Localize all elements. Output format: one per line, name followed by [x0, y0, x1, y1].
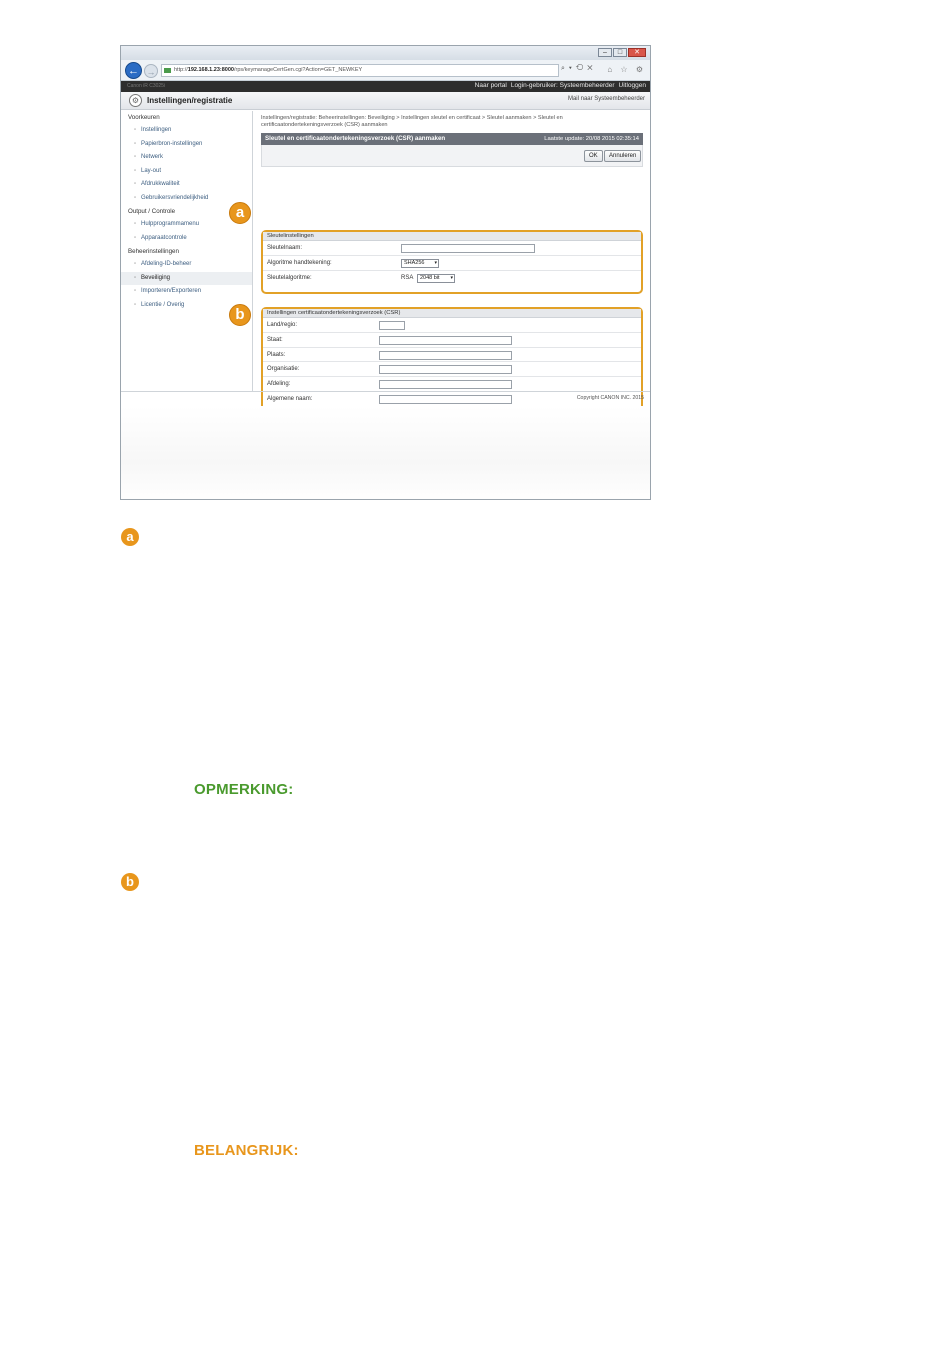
department-row: Afdeling: — [263, 377, 641, 392]
sidebar: Voorkeuren Instellingen Papierbron-inste… — [121, 111, 253, 391]
state-row: Staat: — [263, 333, 641, 348]
key-name-row: Sleutelnaam: — [263, 241, 641, 256]
login-user-text: Login-gebruiker: Systeembeheerder — [510, 82, 615, 89]
cancel-button[interactable]: Annuleren — [604, 150, 642, 162]
sidebar-group-preferences: Voorkeuren — [128, 114, 160, 121]
state-input[interactable] — [379, 335, 512, 345]
top-nav-links: Naar portal Login-gebruiker: Systeembehee… — [471, 82, 646, 89]
browser-window-screenshot: – □ ✕ ← → http://192.168.1.23:8000/rps/k… — [120, 45, 651, 500]
key-settings-title: Sleutelinstellingen — [263, 232, 641, 241]
sidebar-item-import-export[interactable]: Importeren/Exporteren — [121, 285, 252, 299]
sidebar-item-security[interactable]: Beveiliging — [121, 271, 252, 285]
city-label: Plaats: — [267, 351, 286, 358]
sidebar-item-paper-source[interactable]: Papierbron-instellingen — [121, 138, 252, 152]
sidebar-item-network[interactable]: Netwerk — [121, 151, 252, 165]
copyright-text: Copyright CANON INC. 2015 — [576, 395, 644, 401]
top-navigation-bar: Canon iR C3025i Naar portal Login-gebruik… — [121, 81, 650, 92]
page-title: Instellingen/registratie — [147, 96, 233, 105]
sidebar-group-management: Beheerinstellingen — [128, 248, 179, 255]
sidebar-item-usability[interactable]: Gebruikersvriendelijkheid — [121, 192, 252, 206]
state-label: Staat: — [267, 336, 283, 343]
rsa-label: RSA — [401, 275, 414, 281]
close-button[interactable]: ✕ — [628, 48, 646, 57]
city-row: Plaats: — [263, 348, 641, 363]
key-name-label: Sleutelnaam: — [267, 245, 303, 251]
country-input[interactable] — [379, 321, 405, 330]
search-refresh-icons[interactable]: ⌕ ▾ ⟲ ✕ — [561, 65, 594, 73]
signature-algorithm-label: Algoritme handtekening: — [267, 260, 332, 266]
page-header: ⚙ Instellingen/registratie Mail naar Sys… — [121, 92, 650, 110]
section-b-badge: b — [121, 873, 139, 891]
key-algorithm-row: Sleutelalgoritme: RSA 2048 bit ▾ — [263, 271, 641, 286]
site-icon — [164, 68, 171, 73]
sidebar-item-device-control[interactable]: Apparaatcontrole — [121, 232, 252, 246]
footer: Copyright CANON INC. 2015 — [121, 391, 650, 403]
callout-b-badge: b — [229, 304, 251, 326]
portal-link[interactable]: Naar portal — [475, 82, 507, 89]
breadcrumb: Instellingen/registratie: Beheerinstelli… — [261, 115, 563, 128]
maximize-button[interactable]: □ — [613, 48, 627, 57]
country-label: Land/regio: — [267, 322, 298, 328]
window-titlebar: – □ ✕ — [121, 46, 650, 60]
ok-button[interactable]: OK — [584, 150, 603, 162]
signature-algorithm-row: Algoritme handtekening: SHA256 ▾ — [263, 256, 641, 271]
city-input[interactable] — [379, 350, 512, 360]
sidebar-item-layout[interactable]: Lay-out — [121, 165, 252, 179]
key-algorithm-label: Sleutelalgoritme: — [267, 275, 312, 281]
minimize-button[interactable]: – — [598, 48, 612, 57]
address-bar-row: ← → http://192.168.1.23:8000/rps/keymana… — [121, 60, 650, 81]
screenshot-fade — [121, 406, 650, 499]
forward-arrow-icon[interactable]: → — [144, 64, 158, 78]
chevron-down-icon: ▾ — [434, 260, 437, 266]
home-star-gear-icons[interactable]: ⌂ ☆ ⚙ — [607, 65, 646, 74]
organization-label: Organisatie: — [267, 366, 300, 373]
back-arrow-icon[interactable]: ← — [125, 62, 142, 79]
chevron-down-icon: ▾ — [450, 275, 453, 281]
signature-algorithm-select[interactable]: SHA256 ▾ — [401, 259, 439, 268]
organization-input[interactable] — [379, 365, 512, 375]
settings-gear-icon: ⚙ — [129, 94, 142, 107]
mail-admin-link[interactable]: Mail naar Systeembeheerder — [568, 96, 645, 102]
sidebar-item-print-quality[interactable]: Afdrukkwaliteit — [121, 178, 252, 192]
logout-link[interactable]: Uitloggen — [619, 82, 646, 89]
important-heading: BELANGRIJK: — [194, 1142, 299, 1159]
device-name: Canon iR C3025i — [127, 83, 166, 89]
csr-settings-title: Instellingen certificaatondertekeningsve… — [263, 309, 641, 318]
key-length-select[interactable]: 2048 bit ▾ — [417, 274, 455, 283]
sidebar-item-settings[interactable]: Instellingen — [121, 124, 252, 138]
section-a-badge: a — [121, 528, 139, 546]
form-title-strip: Sleutel en certificaatondertekeningsverz… — [261, 133, 643, 145]
main-content: Instellingen/registratie: Beheerinstelli… — [257, 111, 647, 430]
key-name-input[interactable] — [401, 244, 535, 253]
department-label: Afdeling: — [267, 381, 291, 388]
button-row: OK Annuleren — [261, 145, 643, 167]
country-row: Land/regio: — [263, 318, 641, 333]
organization-row: Organisatie: — [263, 362, 641, 378]
form-title: Sleutel en certificaatondertekeningsverz… — [265, 135, 446, 142]
note-heading: OPMERKING: — [194, 781, 294, 798]
callout-a-badge: a — [229, 202, 251, 224]
sidebar-item-department-id[interactable]: Afdeling-ID-beheer — [121, 258, 252, 272]
url-field[interactable]: http://192.168.1.23:8000/rps/keymanageCe… — [161, 64, 559, 77]
last-update: Laatste update: 20/08 2015 02:35:14 — [544, 136, 639, 142]
department-input[interactable] — [379, 380, 512, 390]
key-settings-section: Sleutelinstellingen Sleutelnaam: Algorit… — [261, 230, 643, 294]
